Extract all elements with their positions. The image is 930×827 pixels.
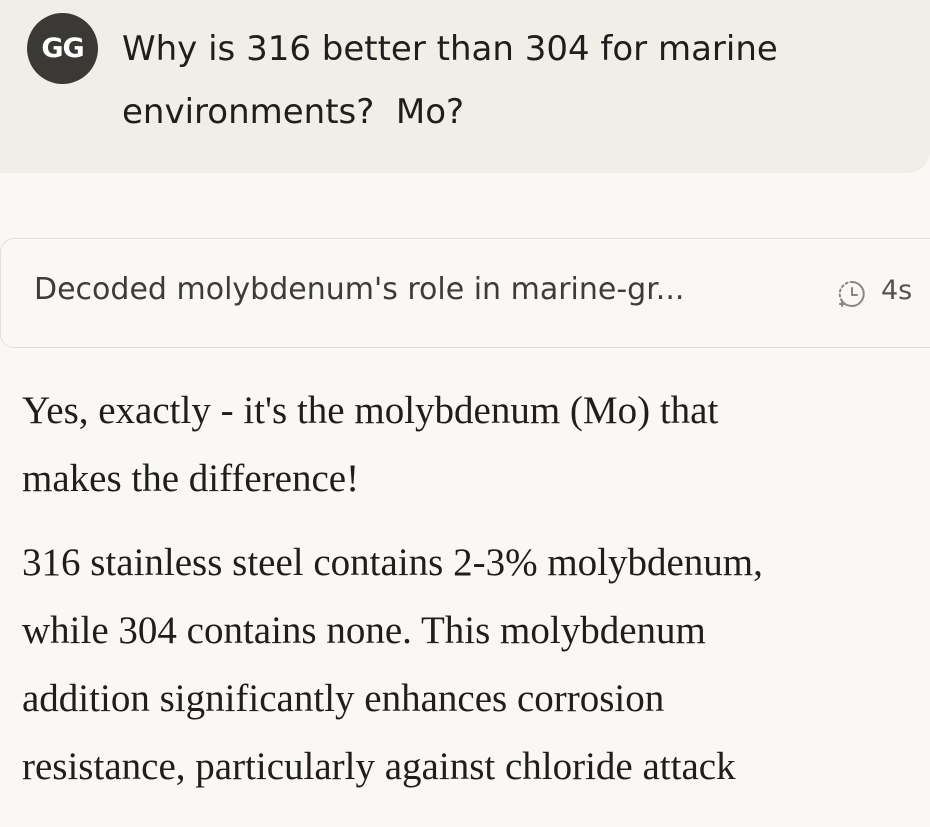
thinking-summary-text: Decoded molybdenum's role in marine-gr..… (34, 272, 685, 307)
response-paragraph: Yes, exactly - it's the molybdenum (Mo) … (22, 389, 719, 500)
assistant-response: Yes, exactly - it's the molybdenum (Mo) … (22, 377, 922, 817)
user-message-text: Why is 316 better than 304 for marine en… (122, 29, 778, 132)
thinking-duration: 4s (881, 275, 913, 306)
user-avatar: GG (27, 13, 98, 84)
thinking-summary-card[interactable]: Decoded molybdenum's role in marine-gr..… (0, 238, 930, 348)
response-paragraph: 316 stainless steel contains 2-3% molybd… (22, 541, 763, 788)
timer-icon (838, 280, 865, 307)
